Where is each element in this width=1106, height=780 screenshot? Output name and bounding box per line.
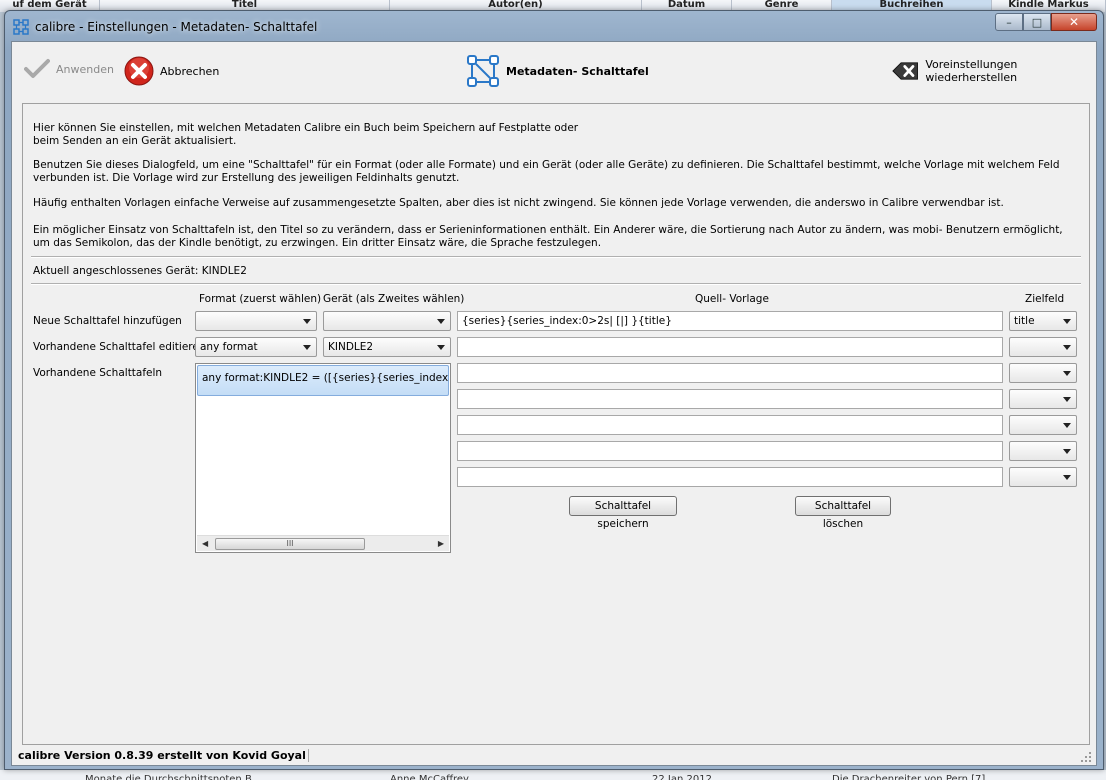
chevron-down-icon [437, 319, 445, 324]
new-format-select[interactable] [195, 311, 317, 331]
checkmark-icon [24, 59, 50, 78]
section-header: Metadaten- Schalttafel [466, 54, 649, 88]
target-field-select-1[interactable]: title [1009, 311, 1077, 331]
target-field-select-7[interactable] [1009, 467, 1077, 487]
target-field-select-5[interactable] [1009, 415, 1077, 435]
edit-format-select[interactable]: any format [195, 337, 317, 357]
dialog-client: Anwenden Abbrechen Metadaten- Schalttafe… [11, 41, 1097, 766]
edit-format-value: any format [200, 341, 258, 353]
label-edit-plugboard: Vorhandene Schalttafel editieren [33, 341, 206, 353]
bg-cell-date: 22 Jan 2012 [652, 774, 712, 780]
chevron-down-icon [1063, 319, 1071, 324]
resize-grip-icon[interactable] [1080, 751, 1092, 763]
template-field-7[interactable] [457, 467, 1003, 487]
label-existing-plugboards: Vorhandene Schalttafeln [33, 367, 163, 379]
maximize-button[interactable]: □ [1023, 13, 1051, 31]
scroll-right-icon[interactable]: ▶ [438, 539, 444, 548]
new-device-select[interactable] [323, 311, 451, 331]
edit-device-select[interactable]: KINDLE2 [323, 337, 451, 357]
template-field-5[interactable] [457, 415, 1003, 435]
chevron-down-icon [1063, 371, 1071, 376]
chevron-down-icon [1063, 475, 1071, 480]
target-field-select-3[interactable] [1009, 363, 1077, 383]
plugboard-icon [467, 55, 499, 87]
save-plugboard-button[interactable]: Schalttafel speichern [569, 496, 677, 530]
background-table-row: Monate die Durchschnittsnoten B... Anne … [0, 770, 1106, 780]
cancel-label: Abbrechen [160, 64, 220, 78]
version-status: calibre Version 0.8.39 erstellt von Kovi… [16, 749, 309, 762]
description-intro: Hier können Sie einstellen, mit welchen … [33, 122, 579, 147]
chevron-down-icon [1063, 345, 1071, 350]
scroll-left-icon[interactable]: ◀ [202, 539, 208, 548]
target-field-select-6[interactable] [1009, 441, 1077, 461]
list-item[interactable]: any format:KINDLE2 = ([{series}{series_i… [197, 365, 449, 396]
status-bar: calibre Version 0.8.39 erstellt von Kovi… [12, 745, 1096, 765]
scroll-thumb[interactable]: III [215, 538, 365, 550]
restore-defaults-button[interactable]: Voreinstellungen wiederherstellen [892, 58, 1096, 84]
target-field-value: title [1014, 315, 1035, 327]
title-bar[interactable]: calibre - Einstellungen - Metadaten- Sch… [5, 11, 1103, 41]
existing-plugboards-list[interactable]: any format:KINDLE2 = ([{series}{series_i… [195, 363, 451, 553]
minimize-button[interactable]: – [995, 13, 1023, 31]
column-header-format: Format (zuerst wählen) [199, 293, 322, 305]
plugboard-panel: Hier können Sie einstellen, mit welchen … [22, 103, 1090, 745]
chevron-down-icon [1063, 397, 1071, 402]
column-header-template: Quell- Vorlage [695, 293, 769, 305]
toolbar: Anwenden Abbrechen Metadaten- Schalttafe… [12, 42, 1096, 102]
template-field-1[interactable]: {series}{series_index:0>2s| [|] }{title} [457, 311, 1003, 331]
calibre-app-icon [13, 19, 29, 35]
apply-button[interactable]: Anwenden [24, 58, 114, 80]
description-usage: Ein möglicher Einsatz von Schalttafeln i… [33, 224, 1063, 249]
chevron-down-icon [1063, 423, 1071, 428]
description-templates: Häufig enthalten Vorlagen einfache Verwe… [33, 197, 1004, 209]
template-field-6[interactable] [457, 441, 1003, 461]
bg-cell-title: Monate die Durchschnittsnoten B... [85, 774, 262, 780]
backspace-icon [892, 62, 918, 80]
column-header-target: Zielfeld [1025, 293, 1065, 305]
edit-device-value: KINDLE2 [328, 341, 374, 353]
horizontal-scrollbar[interactable]: ◀ III ▶ [197, 535, 449, 551]
chevron-down-icon [1063, 449, 1071, 454]
window-controls: – □ ✕ [995, 13, 1097, 31]
delete-plugboard-button[interactable]: Schalttafel löschen [795, 496, 891, 530]
bg-cell-series: Die Drachenreiter von Pern [7] [832, 774, 986, 780]
template-field-3[interactable] [457, 363, 1003, 383]
chevron-down-icon [303, 345, 311, 350]
template-field-2[interactable] [457, 337, 1003, 357]
apply-label: Anwenden [56, 62, 114, 76]
label-new-plugboard: Neue Schalttafel hinzufügen [33, 315, 182, 327]
bg-cell-author: Anne McCaffrey [390, 774, 469, 780]
cancel-icon [124, 56, 154, 86]
section-title: Metadaten- Schalttafel [506, 64, 649, 78]
chevron-down-icon [437, 345, 445, 350]
window-title: calibre - Einstellungen - Metadaten- Sch… [35, 20, 318, 34]
target-field-select-4[interactable] [1009, 389, 1077, 409]
preferences-window: calibre - Einstellungen - Metadaten- Sch… [4, 10, 1104, 770]
chevron-down-icon [303, 319, 311, 324]
close-button[interactable]: ✕ [1051, 13, 1097, 31]
column-header-device: Gerät (als Zweites wählen) [323, 293, 465, 305]
description-plugboard: Benutzen Sie dieses Dialogfeld, um eine … [33, 159, 1060, 184]
separator [31, 256, 1081, 258]
separator [31, 283, 1081, 285]
connected-device-label: Aktuell angeschlossenes Gerät: KINDLE2 [33, 265, 247, 277]
template-field-4[interactable] [457, 389, 1003, 409]
restore-defaults-label: Voreinstellungen wiederherstellen [925, 58, 1018, 84]
cancel-button[interactable]: Abbrechen [124, 56, 219, 86]
target-field-select-2[interactable] [1009, 337, 1077, 357]
